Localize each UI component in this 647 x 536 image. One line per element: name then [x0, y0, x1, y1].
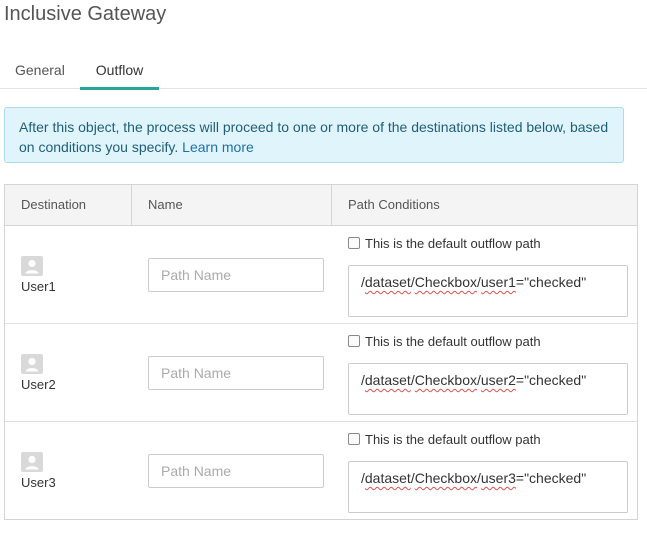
- condition-part: Checkbox: [414, 372, 477, 388]
- condition-part: Checkbox: [414, 470, 477, 486]
- condition-part: ="checked": [515, 274, 587, 290]
- user-avatar-icon: [21, 452, 43, 472]
- condition-part: dataset: [364, 470, 411, 486]
- path-condition-field[interactable]: /dataset/Checkbox/user2="checked": [348, 363, 628, 415]
- condition-part: ="checked": [515, 470, 587, 486]
- info-banner: After this object, the process will proc…: [4, 107, 624, 163]
- tab-outflow[interactable]: Outflow: [80, 62, 159, 90]
- default-outflow-label: This is the default outflow path: [365, 236, 541, 251]
- path-name-input[interactable]: [148, 454, 324, 488]
- learn-more-link[interactable]: Learn more: [182, 139, 254, 155]
- path-name-input[interactable]: [148, 356, 324, 390]
- condition-part: ="checked": [515, 372, 587, 388]
- condition-part: user2: [480, 372, 516, 388]
- table-row: User2 This is the default outflow path /…: [5, 324, 637, 422]
- table-header: Destination Name Path Conditions: [5, 185, 637, 226]
- column-header-path-conditions: Path Conditions: [348, 197, 440, 212]
- default-outflow-label: This is the default outflow path: [365, 432, 541, 447]
- default-outflow-label: This is the default outflow path: [365, 334, 541, 349]
- default-outflow-checkbox[interactable]: [348, 237, 360, 249]
- outflow-table: Destination Name Path Conditions User1 T…: [4, 184, 638, 520]
- condition-part: Checkbox: [414, 274, 477, 290]
- condition-part: dataset: [364, 274, 411, 290]
- path-condition-field[interactable]: /dataset/Checkbox/user3="checked": [348, 461, 628, 513]
- condition-part: user3: [480, 470, 516, 486]
- user-avatar-icon: [21, 256, 43, 276]
- page-title: Inclusive Gateway: [4, 3, 167, 25]
- tab-bar: General Outflow: [0, 60, 647, 90]
- path-name-input[interactable]: [148, 258, 324, 292]
- table-row: User1 This is the default outflow path /…: [5, 226, 637, 324]
- info-text: After this object, the process will proc…: [19, 119, 609, 155]
- default-outflow-checkbox[interactable]: [348, 433, 360, 445]
- tab-general[interactable]: General: [15, 62, 69, 87]
- table-row: User3 This is the default outflow path /…: [5, 422, 637, 520]
- condition-part: dataset: [364, 372, 411, 388]
- column-header-name: Name: [132, 185, 332, 225]
- user-avatar-icon: [21, 354, 43, 374]
- default-outflow-checkbox[interactable]: [348, 335, 360, 347]
- condition-part: user1: [480, 274, 516, 290]
- column-header-destination: Destination: [5, 185, 132, 225]
- destination-name: User1: [21, 279, 56, 294]
- destination-name: User3: [21, 475, 56, 490]
- destination-name: User2: [21, 377, 56, 392]
- path-condition-field[interactable]: /dataset/Checkbox/user1="checked": [348, 265, 628, 317]
